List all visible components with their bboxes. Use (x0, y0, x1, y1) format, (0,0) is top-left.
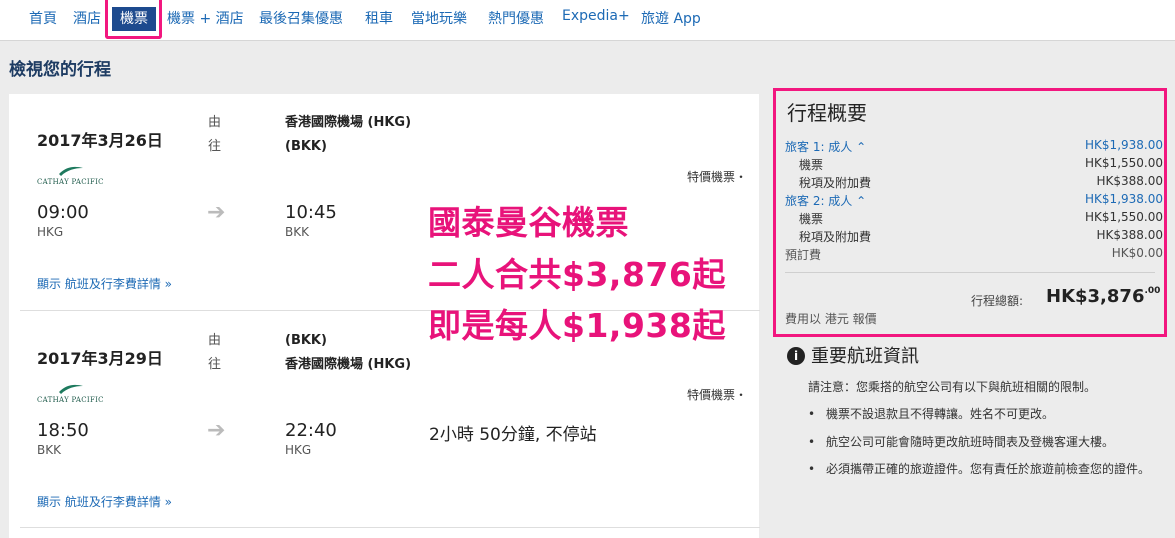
currency-note: 費用以 港元 報價 (785, 312, 877, 326)
arrive-time: 10:45 (285, 202, 337, 223)
leg-date: 2017年3月29日 (37, 349, 163, 368)
top-navigation: 首頁 酒店 機票 機票 + 酒店 最後召集優惠 租車 當地玩樂 熱門優惠 Exp… (0, 0, 1175, 41)
trip-total-value: HK$3,876.00 (1046, 286, 1161, 307)
promo-line-2: 二人合共$3,876起 (428, 255, 726, 294)
traveler-2-label[interactable]: 旅客 2: 成人 ⌃ (785, 192, 866, 209)
promo-line-1: 國泰曼谷機票 (428, 203, 629, 242)
arrow-right-icon: ➔ (207, 200, 226, 225)
nav-deals[interactable]: 熱門優惠 (488, 8, 544, 28)
leg-from-label: 由 (208, 115, 222, 130)
nav-home[interactable]: 首頁 (29, 8, 57, 28)
depart-time: 09:00 (37, 202, 89, 223)
leg-date: 2017年3月26日 (37, 131, 163, 150)
traveler-2-total: HK$1,938.00 (1085, 192, 1163, 206)
nav-travel-app[interactable]: 旅遊 App (641, 8, 701, 28)
arrow-right-icon: ➔ (207, 418, 226, 443)
arrive-code: HKG (285, 443, 312, 457)
show-details-link[interactable]: 顯示 航班及行李費詳情 » (37, 493, 172, 510)
traveler-1-total: HK$1,938.00 (1085, 138, 1163, 152)
leg-to-label: 往 (208, 357, 222, 372)
summary-divider (785, 272, 1155, 273)
nav-last-minute[interactable]: 最後召集優惠 (259, 8, 343, 28)
arrive-code: BKK (285, 225, 309, 239)
flight-duration: 2小時 50分鐘, 不停站 (429, 425, 597, 445)
info-intro: 請注意：您乘搭的航空公司有以下與航班相關的限制。 (808, 380, 1097, 394)
leg-to-airport: 香港國際機場 (HKG) (285, 357, 412, 372)
nav-activities[interactable]: 當地玩樂 (411, 8, 467, 28)
leg-to-label: 往 (208, 139, 222, 154)
nav-hotels[interactable]: 酒店 (73, 8, 101, 28)
trip-summary: 行程概要 旅客 1: 成人 ⌃ HK$1,938.00 機票 HK$1,550.… (773, 88, 1167, 337)
fare-type: 特價機票・ (686, 170, 747, 184)
trip-total-label: 行程總額: (971, 294, 1024, 308)
important-info-title: i 重要航班資訊 (787, 342, 919, 368)
nav-car-rental[interactable]: 租車 (365, 8, 393, 28)
nav-expedia-plus[interactable]: Expedia+ (562, 8, 630, 24)
promo-line-3: 即是每人$1,938起 (428, 306, 726, 345)
arrive-time: 22:40 (285, 420, 337, 441)
page-title: 檢視您的行程 (9, 60, 111, 80)
leg-from-airport: (BKK) (285, 333, 327, 348)
summary-title: 行程概要 (787, 101, 867, 125)
fare-type: 特價機票・ (686, 388, 747, 402)
leg-from-airport: 香港國際機場 (HKG) (285, 115, 412, 130)
depart-code: HKG (37, 225, 64, 239)
nav-flight-hotel[interactable]: 機票 + 酒店 (167, 8, 244, 28)
traveler-1-label[interactable]: 旅客 1: 成人 ⌃ (785, 138, 866, 155)
nav-highlight-box (105, 0, 162, 39)
info-icon: i (787, 347, 805, 365)
depart-code: BKK (37, 443, 61, 457)
show-details-link[interactable]: 顯示 航班及行李費詳情 » (37, 275, 172, 292)
depart-time: 18:50 (37, 420, 89, 441)
leg-divider (20, 527, 760, 528)
leg-from-label: 由 (208, 333, 222, 348)
leg-to-airport: (BKK) (285, 139, 327, 154)
